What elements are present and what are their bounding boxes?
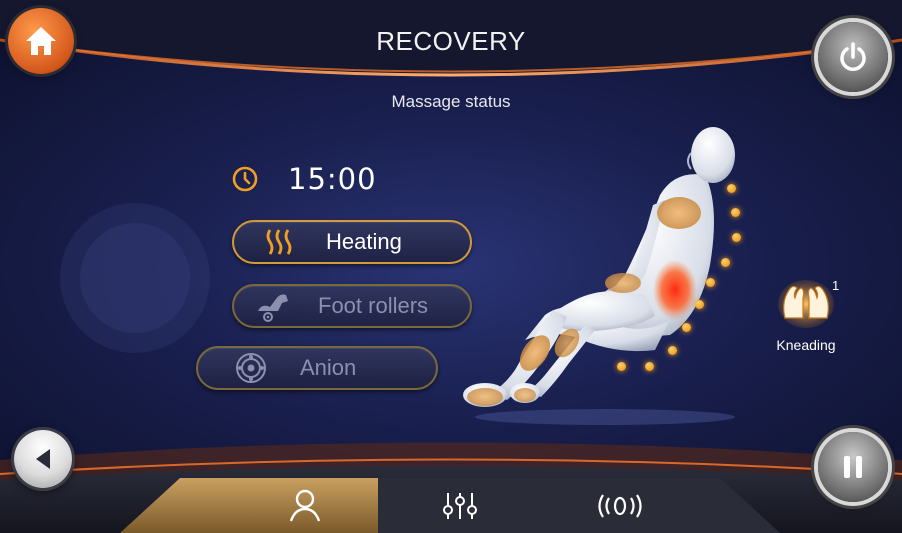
foot-roller-icon — [258, 294, 288, 322]
pause-button[interactable] — [818, 432, 888, 502]
massage-point — [668, 346, 677, 355]
timer-value: 15:00 — [288, 162, 377, 196]
kneading-indicator: 1 Kneading — [766, 276, 846, 353]
session-timer: 15:00 — [232, 162, 377, 196]
home-icon — [26, 27, 56, 55]
massage-status-label: Massage status — [391, 92, 511, 111]
massage-point — [731, 208, 740, 217]
tab-vibration[interactable] — [565, 478, 675, 533]
massage-point — [732, 233, 741, 242]
background-ring — [60, 203, 210, 353]
back-arrow-icon — [36, 449, 50, 469]
tab-adjust-settings[interactable] — [405, 478, 515, 533]
anion-button[interactable]: Anion — [196, 346, 438, 390]
massage-point — [645, 362, 654, 371]
person-icon — [289, 489, 321, 521]
foot-rollers-label: Foot rollers — [318, 293, 429, 318]
massage-point — [706, 278, 715, 287]
pause-icon — [844, 456, 862, 478]
power-icon — [840, 42, 866, 71]
kneading-label: Kneading — [776, 337, 836, 353]
anion-label: Anion — [300, 355, 357, 380]
heat-waves-icon — [266, 229, 292, 255]
massage-screen: { "header": {"title": "RECOVERY", "subti… — [0, 0, 902, 533]
massage-point — [617, 362, 626, 371]
massage-point — [695, 300, 704, 309]
page-title: RECOVERY — [376, 26, 526, 56]
massage-point — [682, 323, 691, 332]
anion-icon — [236, 353, 266, 383]
power-button[interactable] — [818, 22, 888, 92]
massage-point — [721, 258, 730, 267]
foot-rollers-button[interactable]: Foot rollers — [232, 284, 472, 328]
back-button[interactable] — [14, 430, 72, 488]
sliders-icon — [443, 492, 477, 519]
heating-button[interactable]: Heating — [232, 220, 472, 264]
kneading-level: 1 — [832, 278, 840, 293]
heating-label: Heating — [326, 229, 402, 254]
body-massage-figure — [463, 127, 735, 425]
massage-point — [727, 184, 736, 193]
vibration-icon — [598, 493, 642, 518]
home-button[interactable] — [8, 8, 74, 74]
clock-icon — [232, 166, 258, 192]
kneading-hands-icon — [778, 280, 834, 328]
tab-body-mode[interactable] — [250, 478, 360, 533]
